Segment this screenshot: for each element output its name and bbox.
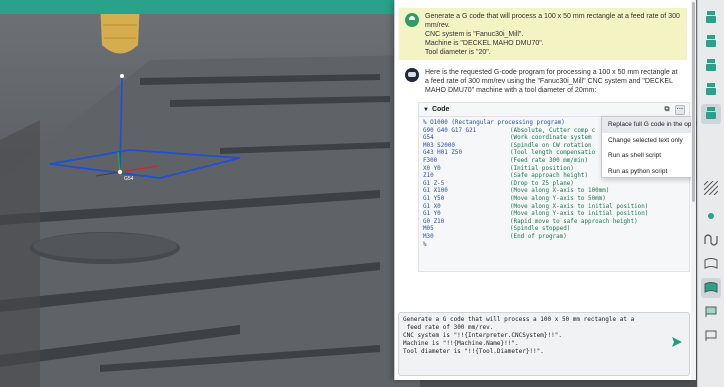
code-line: G1 X100 (Move along X-axis to 100mm) <box>423 188 685 196</box>
code-line: G1 X0 (Move along X-axis to initial posit… <box>423 204 685 212</box>
code-command: G90 G40 G17 G21 <box>423 127 477 134</box>
more-options-icon[interactable]: ··· <box>675 104 685 115</box>
code-comment: (Initial position) <box>510 165 574 172</box>
code-comment: (Rapid move to safe approach height) <box>510 218 638 225</box>
code-comment: (End of program) <box>510 233 567 240</box>
user-avatar-icon <box>405 13 419 27</box>
code-command: % <box>423 241 427 248</box>
toolbar-dot-icon[interactable] <box>701 206 721 226</box>
user-message: Generate a G code that will process a 10… <box>399 8 687 60</box>
code-command: G1 X0 <box>423 203 441 210</box>
user-message-line: Tool diameter is "20". <box>425 49 491 56</box>
code-comment: (Feed rate 300 mm/min) <box>510 157 589 164</box>
code-title: Code <box>431 106 450 113</box>
bot-avatar-icon <box>405 68 419 82</box>
code-header[interactable]: ▼ Code ⧉ ··· <box>419 103 689 117</box>
toolbar-wave-icon[interactable] <box>701 230 721 250</box>
code-command: M05 <box>423 226 434 233</box>
user-message-line: Generate a G code that will process a 10… <box>425 13 680 20</box>
collapse-triangle-icon[interactable]: ▼ <box>423 107 429 113</box>
code-line: G1 Y0 (Move along Y-axis to initial posit… <box>423 211 685 219</box>
toolbar-tool-icon[interactable] <box>701 8 721 28</box>
code-comment: (Drop to Z5 plane) <box>510 180 574 187</box>
code-comment: (Spindle stopped) <box>510 226 571 233</box>
code-line: G0 Z10 (Rapid move to safe approach heigh… <box>423 219 685 227</box>
code-command: F300 <box>423 157 438 164</box>
code-comment: (Work coordinate system <box>510 135 592 142</box>
code-command: M30 <box>423 233 434 240</box>
toolbar-tool-icon[interactable] <box>701 104 721 124</box>
code-command: G1 Y50 <box>423 195 445 202</box>
toolbar-flag-icon[interactable] <box>701 326 721 346</box>
code-command: G1 Y0 <box>423 211 441 218</box>
axis-label: G54 <box>124 176 134 182</box>
right-toolbar <box>697 0 724 387</box>
copy-icon[interactable]: ⧉ <box>662 105 672 115</box>
code-command: G54 <box>423 135 434 142</box>
toolbar-tool-icon[interactable] <box>701 56 721 76</box>
user-message-line: Machine is "DECKEL MAHO DMU70". <box>425 40 544 47</box>
code-line: M05 (Spindle stopped) <box>423 226 685 234</box>
code-command: M03 S2000 <box>423 142 455 149</box>
code-comment: (Move along X-axis to initial position) <box>510 203 649 210</box>
code-command: G43 H01 Z50 <box>423 150 463 157</box>
chat-scrollbar[interactable] <box>691 0 696 380</box>
toolbar-flag-icon[interactable] <box>701 254 721 274</box>
prompt-input[interactable]: Generate a G code that will process a 10… <box>398 312 690 376</box>
menu-item-change-selected[interactable]: Change selected text only <box>602 133 695 149</box>
bot-message-intro: Here is the requested G-code program for… <box>425 69 678 94</box>
code-line: G1 Z-5 (Drop to Z5 plane) <box>423 181 685 189</box>
code-line: % <box>423 242 685 250</box>
chat-scroll-thumb[interactable] <box>692 2 695 202</box>
menu-item-run-python[interactable]: Run as python script <box>602 164 695 180</box>
user-message-line: CNC system is "Fanuc30i_Mill". <box>425 31 524 38</box>
code-comment: (Move along Y-axis to initial position) <box>510 211 649 218</box>
viewport-top-band <box>0 0 420 14</box>
code-comment: (Move along X-axis to 100mm) <box>510 188 610 195</box>
toolbar-tool-icon[interactable] <box>701 80 721 100</box>
code-comment: (Spindle on CW rotation <box>510 142 592 149</box>
toolbar-flag-icon[interactable] <box>701 302 721 322</box>
code-comment: (Move along Y-axis to 50mm) <box>510 195 606 202</box>
code-action-menu: Replace full G code in the operation Cha… <box>601 116 711 180</box>
menu-item-run-shell[interactable]: Run as shell script <box>602 148 695 164</box>
code-command: G0 Z10 <box>423 218 445 225</box>
user-message-line: mm/rev. <box>425 22 450 29</box>
code-command: % O1000 (Rectangular processing program) <box>423 120 565 126</box>
code-comment: (Tool length compensatio <box>510 150 596 157</box>
code-comment: (Safe approach height) <box>510 173 589 180</box>
code-line: M30 (End of program) <box>423 234 685 242</box>
code-comment: (Absolute, Cutter comp c <box>510 127 596 134</box>
code-line: G1 Y50 (Move along Y-axis to 50mm) <box>423 196 685 204</box>
code-command: Z10 <box>423 173 434 180</box>
code-command: X0 Y0 <box>423 165 441 172</box>
toolbar-flag-icon[interactable] <box>701 278 721 298</box>
menu-item-replace-full[interactable]: Replace full G code in the operation <box>602 117 711 133</box>
bot-message: Here is the requested G-code program for… <box>399 66 687 95</box>
toolbar-hatch-icon[interactable] <box>701 178 721 198</box>
code-command: G1 Z-5 <box>423 180 445 187</box>
send-icon[interactable] <box>671 336 683 348</box>
toolbar-tool-icon[interactable] <box>701 32 721 52</box>
code-command: G1 X100 <box>423 188 448 195</box>
